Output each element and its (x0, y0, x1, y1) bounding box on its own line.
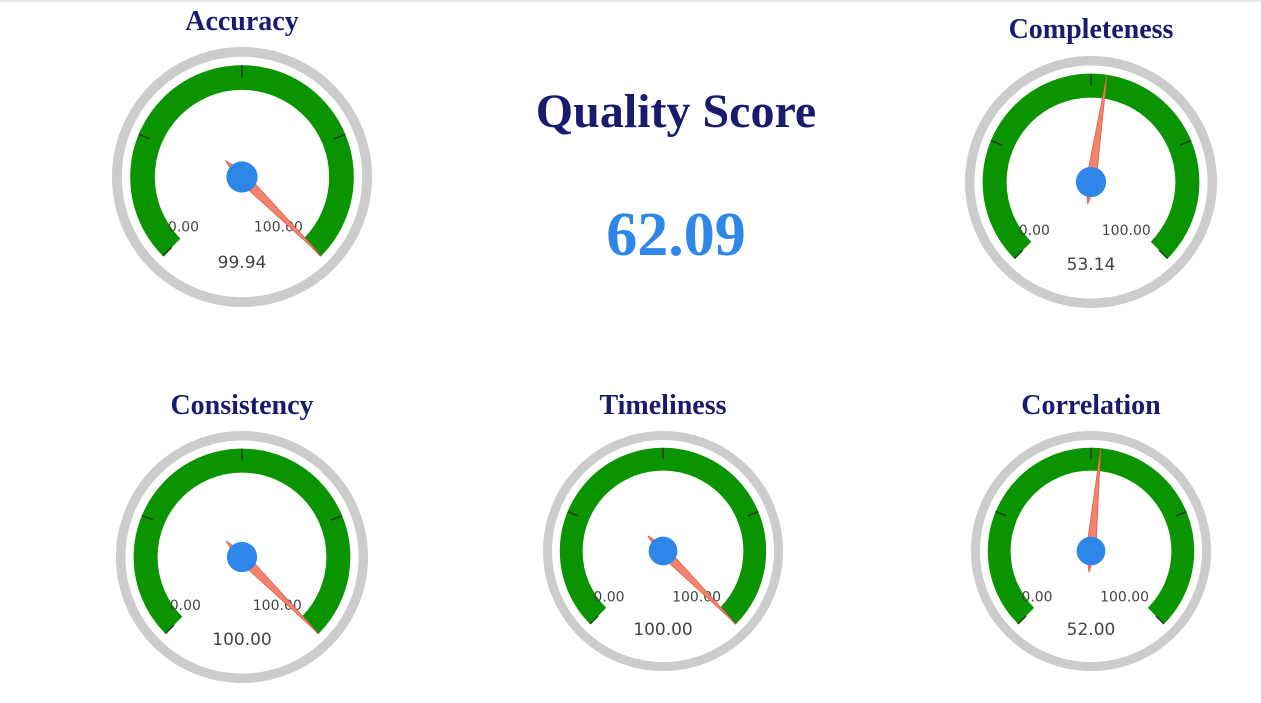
gauge-hub (1075, 166, 1107, 198)
gauge-hub (1076, 536, 1106, 566)
gauge-value-label: 53.14 (1067, 255, 1116, 275)
gauge-title-accuracy: Accuracy (185, 6, 299, 37)
gauge-value-label: 100.00 (212, 630, 271, 650)
gauge-min-label: 0.00 (1021, 589, 1052, 605)
top-divider (0, 0, 1261, 2)
gauge-max-label: 100.00 (1102, 223, 1151, 239)
gauge-hub (648, 536, 678, 566)
gauge-title-timeliness: Timeliness (599, 390, 727, 421)
gauge-value-label: 100.00 (633, 620, 692, 640)
gauge-min-label: 0.00 (168, 220, 199, 236)
gauge-title-correlation: Correlation (1021, 390, 1161, 421)
gauge-min-label: 0.00 (1019, 223, 1050, 239)
gauge-min-label: 0.00 (593, 589, 624, 605)
gauge-value-label: 52.00 (1067, 620, 1116, 640)
gauge-dial-completeness: 0.00 100.00 53.14 (964, 55, 1218, 309)
quality-score-title: Quality Score (535, 85, 817, 138)
gauge-dial-timeliness: 0.00 100.00100.00 (543, 431, 783, 671)
gauge-hub (226, 541, 258, 573)
gauge-max-label: 100.00 (1100, 589, 1149, 605)
gauge-hub (226, 161, 258, 193)
gauge-title-completeness: Completeness (1008, 14, 1174, 45)
gauge-dial-consistency: 0.00 100.00100.00 (115, 430, 369, 684)
gauge-min-label: 0.00 (170, 598, 201, 614)
quality-score-value: 62.09 (606, 201, 746, 269)
gauge-value-label: 99.94 (218, 253, 267, 273)
gauge-dial-correlation: 0.00 100.00 52.00 (971, 431, 1211, 671)
gauge-dial-accuracy: 0.00 100.0099.94 (112, 47, 372, 307)
gauge-title-consistency: Consistency (170, 390, 314, 421)
